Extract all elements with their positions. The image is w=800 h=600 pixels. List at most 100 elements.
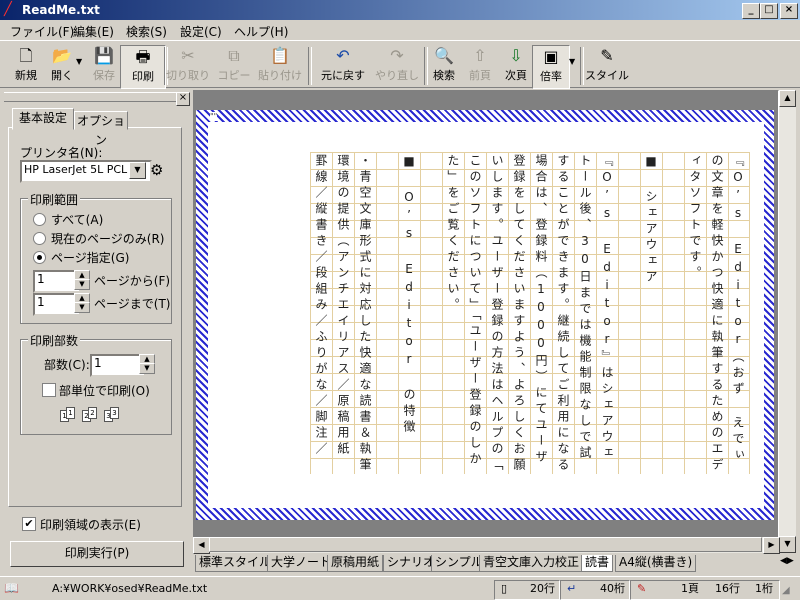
text-column[interactable]: 場合は、登録料（1000円）にてユーザー xyxy=(530,152,552,474)
style-tab[interactable]: 読書 xyxy=(581,555,614,572)
style-tab[interactable]: 原稿用紙 xyxy=(327,555,384,572)
text-column[interactable]: 登録をしてくださいますよう、よろしくお願 xyxy=(508,152,530,474)
cut-button[interactable]: ✂ 切り取り xyxy=(166,45,210,87)
from-page-label: ページから(F) xyxy=(94,274,171,288)
printer-name-label: プリンタ名(N): xyxy=(20,146,103,160)
chevron-down-icon[interactable]: ▼ xyxy=(129,162,146,179)
print-range-label: 印刷範囲 xyxy=(28,191,81,208)
range-pages-label[interactable]: ページ指定(G) xyxy=(51,249,129,266)
menu-file[interactable]: ファイル(F) xyxy=(10,23,74,40)
vertical-scrollbar[interactable]: ▲ ▼ xyxy=(779,90,796,553)
print-execute-button[interactable]: 印刷実行(P) xyxy=(10,541,184,567)
from-spin-down[interactable]: ▼ xyxy=(74,279,90,290)
text-column[interactable] xyxy=(618,152,640,474)
range-pages-radio[interactable] xyxy=(33,251,46,264)
scroll-up-button[interactable]: ▲ xyxy=(779,90,796,107)
text-column[interactable]: ■ O’s Editor の特徴 xyxy=(398,152,420,474)
style-button[interactable]: ✎ スタイル xyxy=(584,45,630,87)
text-column[interactable]: ィタソフトです。 xyxy=(684,152,706,474)
resize-grip-icon[interactable]: ◢ xyxy=(782,585,790,596)
search-label: 検索 xyxy=(433,69,455,82)
style-icon: ✎ xyxy=(600,46,614,65)
window-title: ReadMe.txt xyxy=(22,3,100,17)
text-column[interactable] xyxy=(662,152,684,474)
cols-indicator: ↵ 40桁 xyxy=(560,580,630,600)
collate-page: 1 xyxy=(66,407,75,419)
page-icon: ▯ xyxy=(501,582,508,595)
position-indicator: ✎ 1頁 16行 1桁 xyxy=(630,580,780,600)
printer-properties-icon[interactable]: ⚙ xyxy=(150,161,163,179)
paste-button[interactable]: 📋 貼り付け xyxy=(258,45,302,87)
text-column[interactable]: することができます。継続してご利用になる xyxy=(552,152,574,474)
collate-page: 2 xyxy=(88,407,97,419)
style-tab[interactable]: A4縦(横書き) xyxy=(615,555,697,572)
tab-options[interactable]: オプション xyxy=(74,111,128,147)
print-button[interactable]: 🖶 印刷 xyxy=(120,45,166,89)
range-current-radio[interactable] xyxy=(33,232,46,245)
menu-search[interactable]: 検索(S) xyxy=(126,23,167,40)
text-column[interactable]: このソフトについて」「ユーザー登録のしか xyxy=(464,152,486,474)
menu-edit[interactable]: 編集(E) xyxy=(73,23,114,40)
range-current-label[interactable]: 現在のページのみ(R) xyxy=(51,230,164,247)
copy-icon: ⧉ xyxy=(228,46,240,65)
collate-checkbox[interactable] xyxy=(42,383,56,397)
text-column[interactable]: の文章を軽快かつ快適に執筆するためのエデ xyxy=(706,152,728,474)
style-tab[interactable]: 大学ノート xyxy=(267,555,336,572)
range-all-label[interactable]: すべて(A) xyxy=(51,211,103,228)
title-bar[interactable]: ╱ ReadMe.txt _ □ × xyxy=(0,0,800,20)
undo-icon: ↶ xyxy=(336,46,350,65)
panel-close-button[interactable]: × xyxy=(176,92,190,106)
cols-count: 40桁 xyxy=(600,582,625,595)
maximize-button[interactable]: □ xyxy=(760,3,778,19)
open-button[interactable]: 📂 開く xyxy=(40,45,84,87)
undo-button[interactable]: ↶ 元に戻す xyxy=(318,45,368,87)
text-column[interactable]: ■ シェアウェア xyxy=(640,152,662,474)
text-column[interactable]: トール後、30日までは機能制限なしで試用 xyxy=(574,152,596,474)
scroll-thumb[interactable] xyxy=(209,537,762,552)
horizontal-scrollbar[interactable]: ◀ ▶ xyxy=(193,537,780,554)
zoom-button[interactable]: ▣ 倍率 xyxy=(532,45,570,89)
minimize-button[interactable]: _ xyxy=(742,3,760,19)
panel-grip[interactable] xyxy=(4,92,190,102)
open-label: 開く xyxy=(51,69,73,82)
text-column[interactable]: ・青空文庫形式に対応した快適な読書＆執筆 xyxy=(354,152,376,474)
text-column[interactable]: 『O’s Editor（おず えでぃた）』は日本語 xyxy=(728,152,750,474)
scroll-left-button[interactable]: ◀ xyxy=(193,537,210,554)
paste-icon: 📋 xyxy=(270,46,290,65)
text-column[interactable]: 罫線／縦書き／段組み／ふりがな／脚注／ xyxy=(310,152,332,474)
to-page-label: ページまで(T) xyxy=(94,297,171,311)
save-label: 保存 xyxy=(93,69,115,82)
style-tab[interactable]: 青空文庫入力校正 xyxy=(479,555,584,572)
text-column[interactable] xyxy=(376,152,398,474)
to-spin-down[interactable]: ▼ xyxy=(74,302,90,313)
text-column[interactable]: いします。ユーザー登録の方法はヘルプの「 xyxy=(486,152,508,474)
redo-label: やり直し xyxy=(375,69,419,82)
range-all-radio[interactable] xyxy=(33,213,46,226)
text-column[interactable]: 環境の提供（アンチエイリアス／原稿用紙 xyxy=(332,152,354,474)
show-area-label[interactable]: 印刷領域の表示(E) xyxy=(40,516,141,533)
show-area-checkbox[interactable]: ✔ xyxy=(22,517,36,531)
close-button[interactable]: × xyxy=(780,3,798,19)
menu-settings[interactable]: 設定(C) xyxy=(180,23,222,40)
text-column[interactable]: た」をご覧ください。 xyxy=(442,152,464,474)
text-column[interactable]: 『O’s Editor』はシェアウェアです。インス xyxy=(596,152,618,474)
tab-basic-settings[interactable]: 基本設定 xyxy=(12,108,74,130)
collate-label[interactable]: 部単位で印刷(O) xyxy=(59,382,150,399)
zoom-label: 倍率 xyxy=(540,70,562,83)
text-column[interactable] xyxy=(420,152,442,474)
zoom-dropdown-arrow-icon[interactable]: ▼ xyxy=(569,57,575,66)
menu-help[interactable]: ヘルプ(H) xyxy=(234,23,288,40)
scroll-right-button[interactable]: ▶ xyxy=(763,537,780,554)
style-tab[interactable]: 標準スタイル xyxy=(195,555,276,572)
file-info-icon: 📖 xyxy=(4,581,19,595)
redo-button[interactable]: ↷ やり直し xyxy=(372,45,422,87)
next-page-label: 次頁 xyxy=(505,69,527,82)
copy-label: コピー xyxy=(217,69,251,82)
copy-button[interactable]: ⧉ コピー xyxy=(212,45,256,87)
tab-scroll-arrows-icon[interactable]: ◀▶ xyxy=(780,556,794,566)
col-number: 1桁 xyxy=(755,582,773,595)
lines-indicator: ▯ 20行 xyxy=(494,580,560,600)
scroll-down-button[interactable]: ▼ xyxy=(779,536,796,553)
copies-input[interactable]: 1 xyxy=(90,354,146,377)
copies-spin-down[interactable]: ▼ xyxy=(139,363,155,374)
